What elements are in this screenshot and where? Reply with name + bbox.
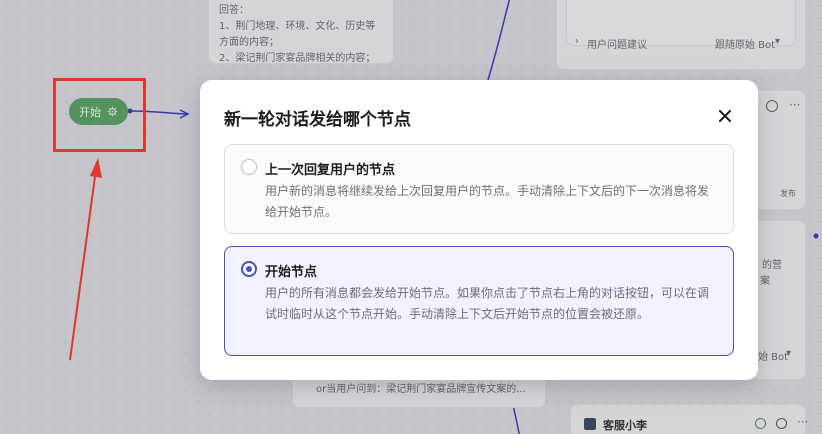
close-button[interactable] [714, 105, 736, 127]
option-description: 用户新的消息将继续发给上次回复用户的节点。手动清除上下文后的下一次消息将发给开始… [265, 184, 710, 219]
close-icon [719, 110, 731, 122]
option-title: 开始节点 [265, 265, 318, 280]
radio-button[interactable] [241, 159, 257, 175]
radio-button[interactable] [241, 261, 257, 277]
option-title: 上一次回复用户的节点 [265, 163, 396, 178]
option-start-node[interactable]: 开始节点 用户的所有消息都会发给开始节点。如果你点击了节点右上角的对话按钮，可以… [224, 246, 734, 356]
option-description: 用户的所有消息都会发给开始节点。如果你点击了节点右上角的对话按钮，可以在调试时临… [265, 286, 710, 321]
dialog: 新一轮对话发给哪个节点 上一次回复用户的节点 用户新的消息将继续发给上次回复用户… [200, 80, 758, 380]
option-last-reply-node[interactable]: 上一次回复用户的节点 用户新的消息将继续发给上次回复用户的节点。手动清除上下文后… [224, 144, 734, 234]
dialog-title: 新一轮对话发给哪个节点 [224, 110, 411, 130]
